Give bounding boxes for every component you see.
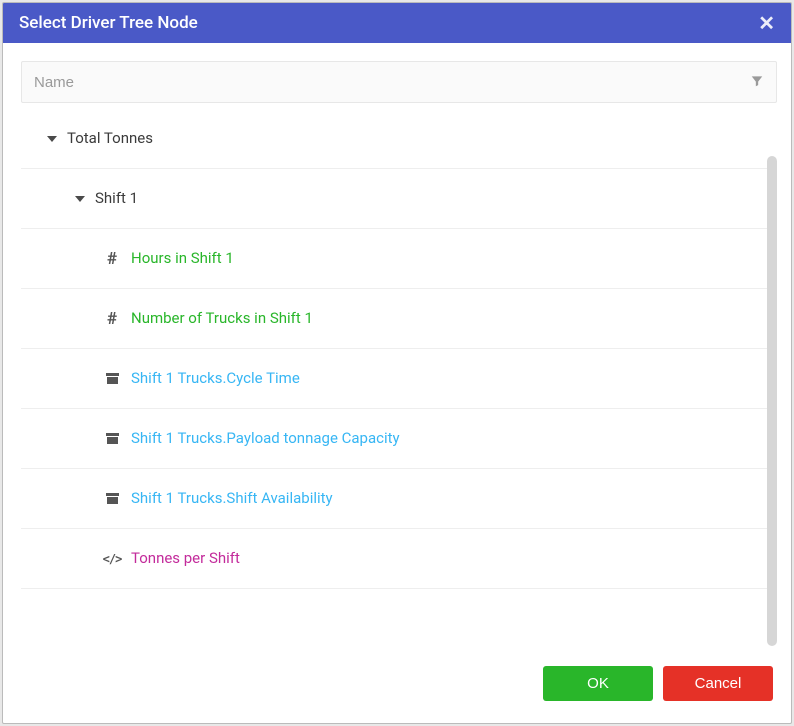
tree-node-label: Shift 1 Trucks.Payload tonnage Capacity [131, 429, 400, 449]
tree-list: Total Tonnes Shift 1 # Hours in Shift 1 # Num… [21, 109, 777, 589]
tree-node-label: Tonnes per Shift [131, 549, 240, 569]
search-input[interactable] [34, 62, 750, 102]
tree-node-label: Hours in Shift 1 [131, 249, 234, 269]
tree-node[interactable]: # Hours in Shift 1 [21, 229, 767, 289]
caret-down-icon[interactable] [47, 136, 57, 142]
search-bar [21, 61, 777, 103]
hash-icon: # [103, 309, 121, 329]
archive-icon [103, 493, 121, 504]
tree-node-label: Shift 1 Trucks.Shift Availability [131, 489, 333, 509]
close-icon[interactable]: ✕ [758, 13, 775, 33]
tree-node-label: Shift 1 Trucks.Cycle Time [131, 369, 300, 389]
tree-container[interactable]: Total Tonnes Shift 1 # Hours in Shift 1 # Num… [21, 109, 777, 652]
archive-icon [103, 433, 121, 444]
dialog-header: Select Driver Tree Node ✕ [3, 3, 791, 43]
scrollbar[interactable] [767, 156, 777, 646]
tree-node[interactable]: Shift 1 Trucks.Cycle Time [21, 349, 767, 409]
tree-node[interactable]: Shift 1 Trucks.Payload tonnage Capacity [21, 409, 767, 469]
tree-node-label: Number of Trucks in Shift 1 [131, 309, 313, 329]
tree-node[interactable]: </> Tonnes per Shift [21, 529, 767, 589]
tree-node-label: Shift 1 [95, 189, 138, 209]
dialog-title: Select Driver Tree Node [19, 13, 198, 33]
tree-node[interactable]: Shift 1 [21, 169, 767, 229]
ok-button[interactable]: OK [543, 666, 653, 701]
dialog-body: Total Tonnes Shift 1 # Hours in Shift 1 # Num… [3, 43, 791, 652]
cancel-button[interactable]: Cancel [663, 666, 773, 701]
filter-icon[interactable] [750, 73, 764, 92]
tree-node[interactable]: Shift 1 Trucks.Shift Availability [21, 469, 767, 529]
select-driver-tree-dialog: Select Driver Tree Node ✕ Total Tonnes Sh… [2, 2, 792, 724]
tree-node-label: Total Tonnes [67, 129, 153, 149]
archive-icon [103, 373, 121, 384]
code-icon: </> [103, 552, 121, 566]
dialog-footer: OK Cancel [3, 652, 791, 723]
tree-node[interactable]: Total Tonnes [21, 109, 767, 169]
caret-down-icon[interactable] [75, 196, 85, 202]
tree-node[interactable]: # Number of Trucks in Shift 1 [21, 289, 767, 349]
hash-icon: # [103, 249, 121, 269]
